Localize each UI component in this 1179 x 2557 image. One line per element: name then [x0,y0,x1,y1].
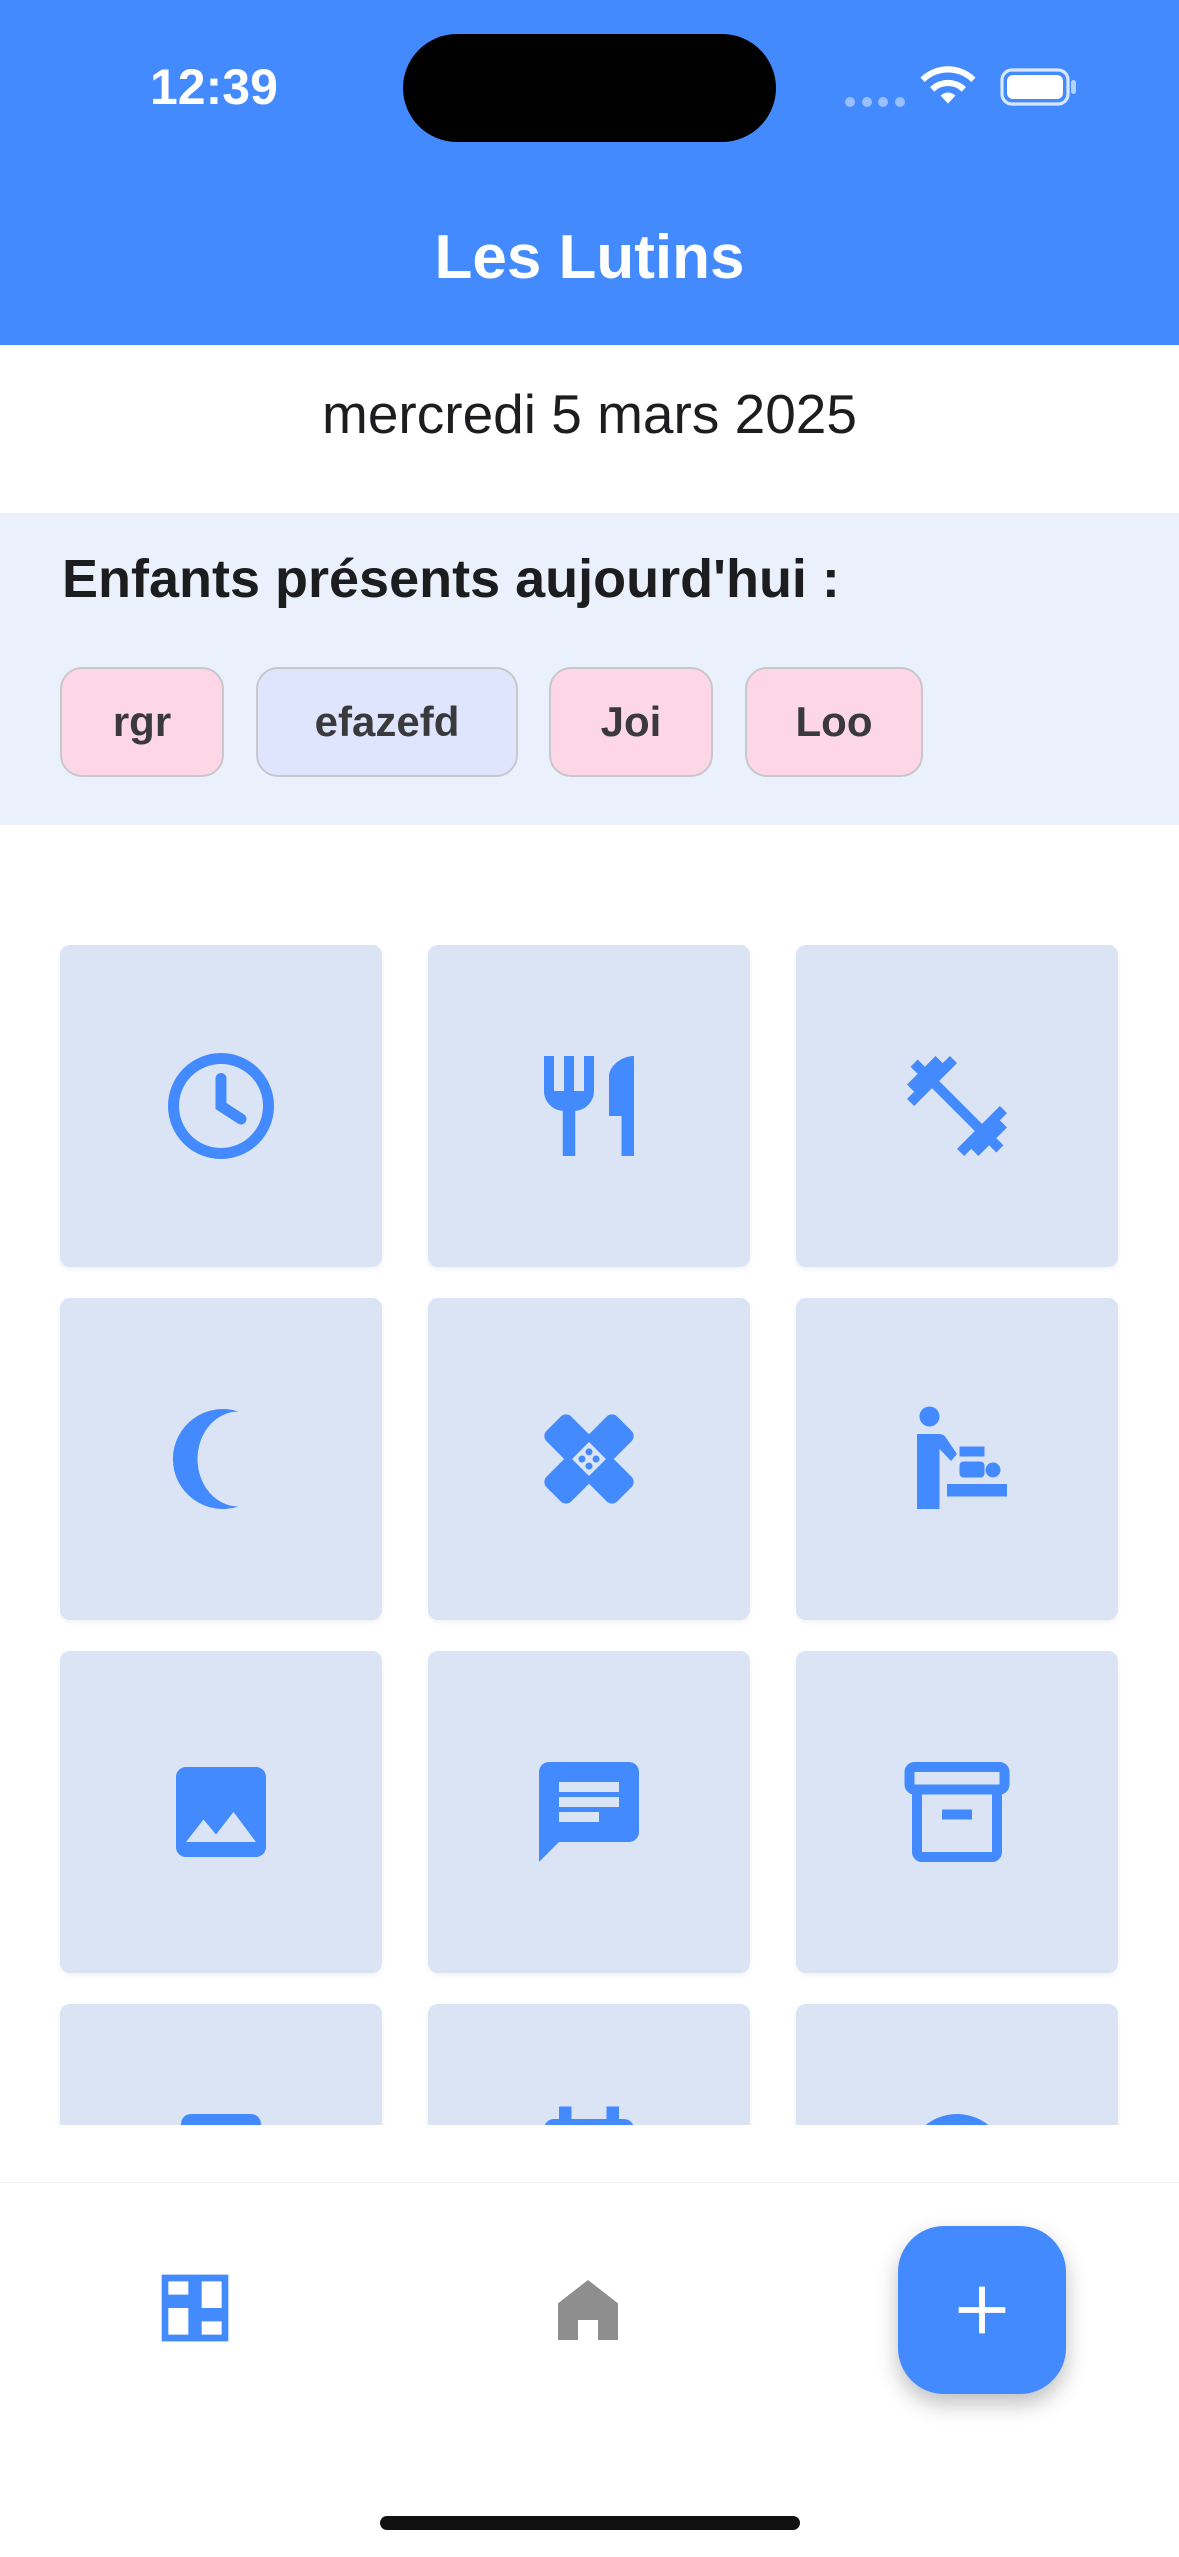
activity-tile[interactable] [796,2004,1118,2125]
partial-icon [181,2114,261,2125]
restaurant-icon [544,1056,634,1156]
activity-tile-calendar[interactable] [428,2004,750,2125]
partial-icon [925,2114,989,2125]
activity-tile-clock[interactable] [60,945,382,1267]
present-children-heading: Enfants présents aujourd'hui : [62,549,840,609]
activity-tile-meal[interactable] [428,945,750,1267]
wifi-icon [920,66,976,104]
page-title: Les Lutins [434,223,745,292]
message-icon [539,1762,639,1862]
activity-tile-archive[interactable] [796,1651,1118,1973]
bandage-icon [544,1414,634,1504]
child-chip[interactable]: Loo [745,667,923,777]
activity-grid [0,825,1179,2125]
plus-icon [958,2286,1006,2334]
battery-icon [1000,68,1076,106]
image-icon [176,1767,266,1857]
add-button[interactable] [898,2226,1066,2394]
archive-icon [904,1762,1010,1862]
dynamic-island [403,34,776,142]
dashboard-icon[interactable] [155,2268,235,2348]
baby-changing-icon [917,1406,1007,1509]
app-header: 12:39 Les Lutins [0,0,1179,345]
fitness-icon [907,1056,1007,1156]
child-chip[interactable]: rgr [60,667,224,777]
status-time: 12:39 [150,59,278,115]
status-indicators [845,60,1085,120]
activity-tile-diaper[interactable] [796,1298,1118,1620]
calendar-icon [544,2106,634,2125]
activity-tile-message[interactable] [428,1651,750,1973]
child-chip[interactable]: Joi [549,667,713,777]
signal-icon [845,97,905,107]
home-icon[interactable] [548,2270,628,2350]
activity-tile[interactable] [60,2004,382,2125]
activity-tile-activity[interactable] [796,945,1118,1267]
child-chip[interactable]: efazefd [256,667,518,777]
activity-tile-sleep[interactable] [60,1298,382,1620]
current-date: mercredi 5 mars 2025 [322,383,857,445]
clock-icon [168,1053,274,1159]
moon-icon [172,1409,239,1509]
activity-tile-photo[interactable] [60,1651,382,1973]
home-indicator[interactable] [380,2516,800,2530]
activity-tile-care[interactable] [428,1298,750,1620]
